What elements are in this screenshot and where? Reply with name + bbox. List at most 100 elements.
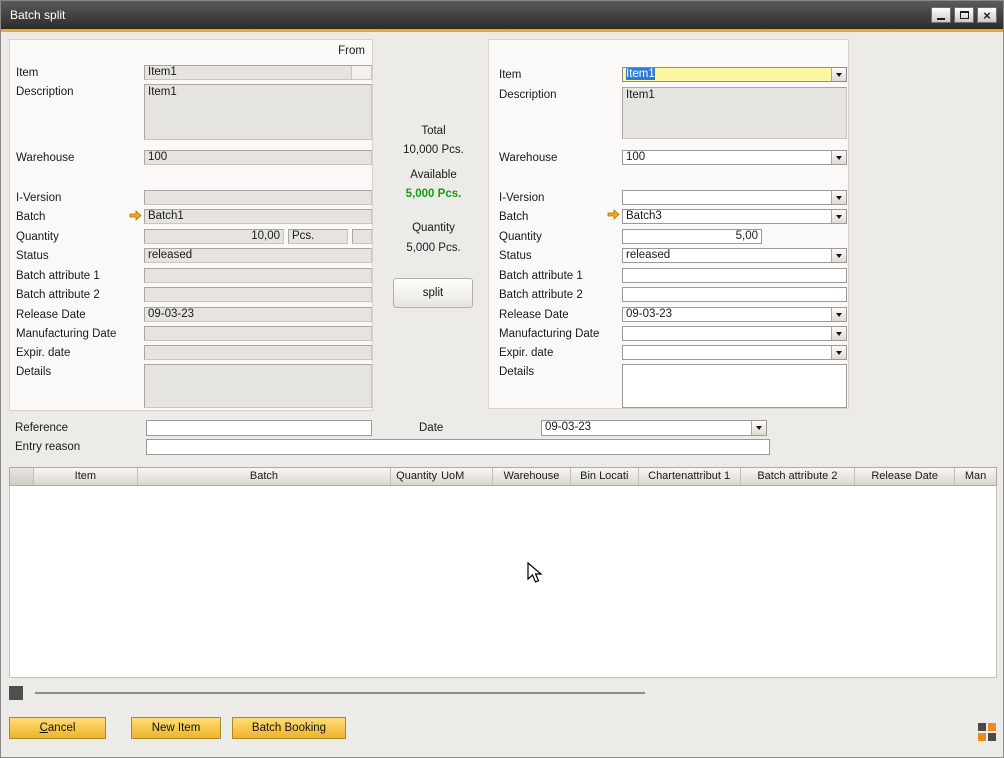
to-status-value: released [626,249,670,261]
link-arrow-icon[interactable] [129,210,142,221]
available-value: 5,000 Pcs. [386,188,481,201]
from-batch-attribute-2-field [144,287,372,302]
scrollbar-thumb[interactable] [9,686,23,700]
window-title: Batch split [10,1,65,29]
col-batch-attribute-1[interactable]: Chartenattribut 1 [639,468,741,485]
table-header: Item Batch Quantity UoM Warehouse Bin Lo… [9,467,997,486]
col-item[interactable]: Item [34,468,138,485]
to-quantity-field[interactable]: 5,00 [622,229,762,244]
col-manufacturing-date[interactable]: Man [955,468,996,485]
entry-reason-input[interactable] [146,439,770,455]
from-warehouse-field: 100 [144,150,372,165]
to-status-dropdown-button[interactable] [831,249,846,262]
to-i-version-dropdown-button[interactable] [831,191,846,204]
to-item-dropdown-button[interactable] [831,68,846,81]
reference-input[interactable] [146,420,372,436]
grip-square [988,723,996,731]
col-release-date[interactable]: Release Date [855,468,955,485]
from-item-label: Item [16,67,38,80]
link-arrow-icon[interactable] [607,209,620,220]
maximize-button[interactable] [954,7,974,23]
from-batch-attribute-1-field [144,268,372,283]
center-quantity-label: Quantity [391,222,476,235]
to-expir-date-dropdown-button[interactable] [831,346,846,359]
minimize-button[interactable] [931,7,951,23]
col-bin-location[interactable]: Bin Locati [571,468,639,485]
available-label: Available [391,169,476,182]
form-settings-icon[interactable] [978,723,996,741]
from-batch-field: Batch1 [144,209,372,224]
scrollbar-track[interactable] [35,692,645,694]
minimize-icon [937,18,945,20]
to-warehouse-combo[interactable]: 100 [622,150,847,165]
batch-split-window: Batch split × From Item Item1 Descriptio… [0,0,1004,758]
col-batch-attribute-2[interactable]: Batch attribute 2 [741,468,856,485]
chevron-down-icon [836,332,842,336]
to-expir-date-combo[interactable] [622,345,847,360]
to-warehouse-dropdown-button[interactable] [831,151,846,164]
to-description-field: Item1 [622,87,847,139]
chevron-down-icon [836,313,842,317]
date-combo[interactable]: 09-03-23 [541,420,767,436]
to-i-version-combo[interactable] [622,190,847,205]
from-quantity-filler [352,229,372,244]
from-description-label: Description [16,86,74,99]
from-i-version-label: I-Version [16,192,61,205]
from-description-field: Item1 [144,84,372,140]
from-details-label: Details [16,366,51,379]
to-status-label: Status [499,250,532,263]
col-batch[interactable]: Batch [138,468,391,485]
reference-label: Reference [15,422,68,435]
window-controls: × [931,7,997,23]
titlebar[interactable]: Batch split × [1,1,1003,29]
from-panel: From Item Item1 Description Item1 Wareho… [9,39,373,411]
from-batch-label: Batch [16,211,45,224]
total-label: Total [391,125,476,138]
date-dropdown-button[interactable] [751,421,766,435]
to-batch-combo[interactable]: Batch3 [622,209,847,224]
to-item-label: Item [499,69,521,82]
date-value: 09-03-23 [545,421,591,433]
entry-reason-label: Entry reason [15,441,80,454]
to-batch-attribute-2-label: Batch attribute 2 [499,289,583,302]
to-batch-attribute-2-field[interactable] [622,287,847,302]
total-value: 10,000 Pcs. [386,144,481,157]
to-details-field[interactable] [622,364,847,408]
to-release-date-combo[interactable]: 09-03-23 [622,307,847,322]
chevron-down-icon [836,254,842,258]
to-item-combo[interactable]: Item1 [622,67,847,82]
to-batch-value: Batch3 [626,210,662,222]
to-status-combo[interactable]: released [622,248,847,263]
table-body[interactable] [9,486,997,678]
to-release-date-label: Release Date [499,309,569,322]
col-quantity[interactable]: Quantity [391,468,439,485]
from-i-version-field [144,190,372,205]
from-manufacturing-date-field [144,326,372,341]
from-release-date-label: Release Date [16,309,86,322]
chevron-down-icon [836,196,842,200]
close-button[interactable]: × [977,7,997,23]
to-manufacturing-date-combo[interactable] [622,326,847,341]
to-quantity-label: Quantity [499,231,542,244]
from-expir-date-field [144,345,372,360]
new-item-button[interactable]: New Item [131,717,221,739]
col-warehouse[interactable]: Warehouse [493,468,571,485]
from-uom-field: Pcs. [288,229,348,244]
to-batch-dropdown-button[interactable] [831,210,846,223]
cancel-button[interactable]: Cancel [9,717,106,739]
from-quantity-label: Quantity [16,231,59,244]
from-status-label: Status [16,250,49,263]
to-release-date-dropdown-button[interactable] [831,308,846,321]
maximize-icon [960,11,969,19]
from-item-value: Item1 [148,66,177,78]
to-manufacturing-date-dropdown-button[interactable] [831,327,846,340]
split-button[interactable]: split [393,278,473,308]
col-row-indicator [10,468,34,485]
from-release-date-field: 09-03-23 [144,307,372,322]
col-uom[interactable]: UoM [439,468,493,485]
from-batch-attribute-2-label: Batch attribute 2 [16,289,100,302]
from-item-field: Item1 [144,65,372,80]
to-warehouse-label: Warehouse [499,152,557,165]
to-batch-attribute-1-field[interactable] [622,268,847,283]
batch-booking-button[interactable]: Batch Booking [232,717,346,739]
